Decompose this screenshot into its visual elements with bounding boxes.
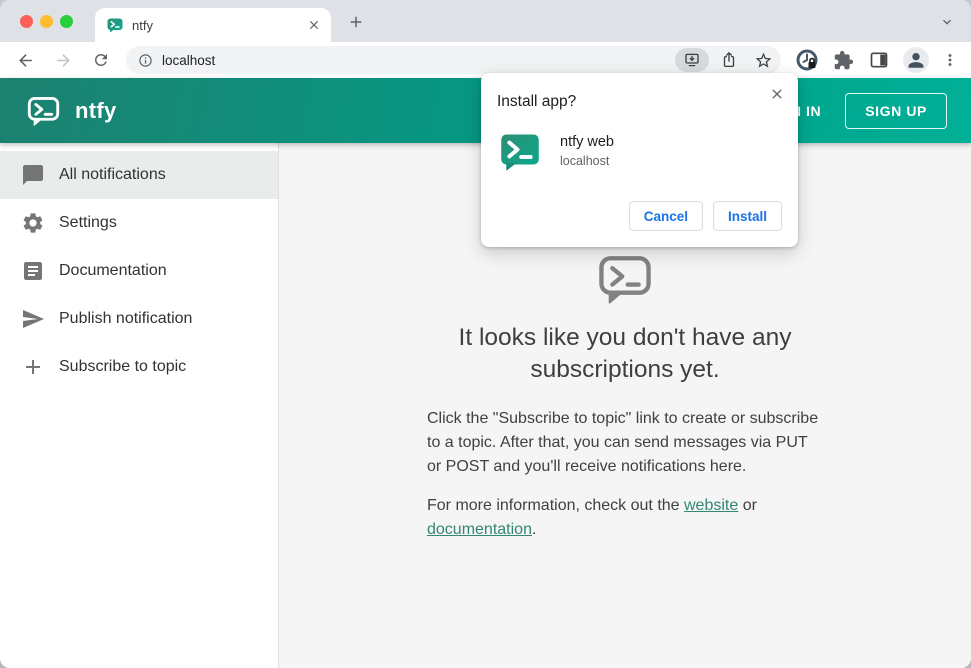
sidebar-item-label: Settings [59, 214, 117, 231]
empty-state-more-info: For more information, check out the webs… [427, 494, 823, 542]
ntfy-gray-logo-icon [596, 251, 654, 309]
gear-icon [21, 211, 45, 235]
more-info-text: or [738, 497, 757, 514]
site-info-icon[interactable] [138, 53, 153, 68]
privacy-extension-icon[interactable] [793, 48, 821, 72]
install-app-icon[interactable] [675, 48, 709, 72]
dialog-close-icon[interactable] [768, 85, 786, 103]
sidebar-item-label: Subscribe to topic [59, 358, 187, 375]
install-app-name: ntfy web [560, 134, 614, 150]
install-button[interactable]: Install [712, 201, 782, 231]
more-info-text: For more information, check out the [427, 497, 684, 514]
ntfy-logo-icon [26, 93, 61, 128]
empty-state-paragraph: Click the "Subscribe to topic" link to c… [427, 410, 819, 475]
back-icon[interactable] [6, 45, 44, 75]
empty-state-heading: It looks like you don't have any subscri… [458, 324, 792, 383]
article-icon [21, 259, 45, 283]
extensions-puzzle-icon[interactable] [829, 50, 857, 71]
sidebar-item-subscribe-to-topic[interactable]: Subscribe to topic [0, 343, 278, 391]
browser-window: ntfy localhost ntfy IN SIGN UP All notif… [0, 0, 971, 668]
send-icon [21, 307, 45, 331]
documentation-link[interactable]: documentation [427, 521, 532, 538]
close-window-button[interactable] [20, 15, 33, 28]
app-title: ntfy [75, 97, 117, 123]
tab-favicon [107, 17, 123, 33]
website-link[interactable]: website [684, 497, 738, 514]
cancel-button[interactable]: Cancel [628, 201, 703, 231]
side-panel-icon[interactable] [865, 50, 893, 70]
install-app-origin: localhost [560, 154, 610, 168]
profile-avatar[interactable] [901, 47, 931, 73]
zoom-window-button[interactable] [60, 15, 73, 28]
tab-close-icon[interactable] [307, 18, 321, 32]
sidebar-item-documentation[interactable]: Documentation [0, 247, 278, 295]
install-app-dialog: Install app? ntfy web localhost Cancel I… [481, 73, 798, 247]
sidebar-item-label: All notifications [59, 166, 166, 183]
new-tab-button[interactable] [346, 12, 366, 32]
traffic-lights [20, 15, 73, 28]
tab-strip: ntfy [0, 0, 971, 42]
sign-up-button[interactable]: SIGN UP [845, 92, 947, 129]
tab-ntfy[interactable]: ntfy [95, 8, 331, 42]
sidebar-item-all-notifications[interactable]: All notifications [0, 151, 278, 199]
ntfy-app-icon [500, 132, 540, 172]
minimize-window-button[interactable] [40, 15, 53, 28]
sidebar-item-publish-notification[interactable]: Publish notification [0, 295, 278, 343]
more-info-text: . [531, 521, 537, 538]
sidebar-item-label: Documentation [59, 262, 167, 279]
forward-icon[interactable] [44, 45, 82, 75]
tab-title: ntfy [132, 17, 153, 33]
browser-menu-icon[interactable] [939, 51, 961, 69]
tab-list-chevron-icon[interactable] [939, 14, 955, 30]
chat-bubble-icon [21, 163, 45, 187]
plus-icon [21, 355, 45, 379]
address-text[interactable]: localhost [162, 53, 675, 68]
sidebar-item-label: Publish notification [59, 310, 193, 327]
address-bar[interactable]: localhost [126, 46, 781, 74]
sidebar: All notifications Settings Documentation… [0, 143, 279, 668]
install-dialog-title: Install app? [497, 93, 577, 110]
bookmark-star-icon[interactable] [749, 47, 777, 73]
sidebar-item-settings[interactable]: Settings [0, 199, 278, 247]
reload-icon[interactable] [82, 45, 120, 75]
share-icon[interactable] [715, 47, 743, 73]
